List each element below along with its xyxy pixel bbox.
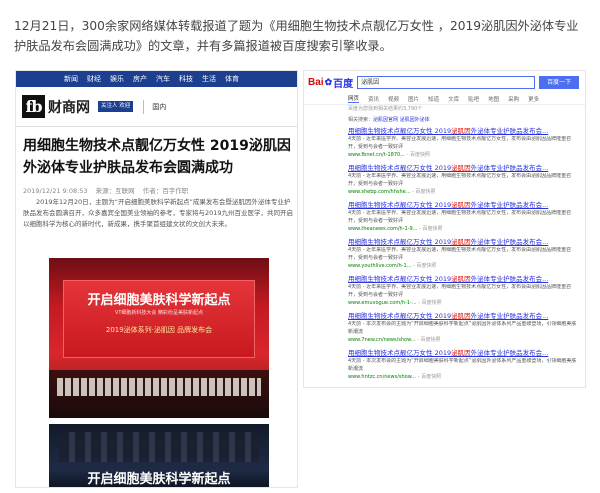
result-url[interactable]: www.hntzc.cn/news/show... - 百度快照 [348, 373, 578, 381]
search-result[interactable]: 用细胞生物技术点靓亿万女性 2019泌肌因外泌体专业护肤品发布会... 4天前 … [348, 126, 578, 163]
breadcrumb[interactable]: 国内 [152, 102, 166, 112]
stage-screen: 开启细胞美肤科学新起点 VT细胞新科技大会 精彩纷呈美肤新起点 2019泌体系列… [63, 280, 255, 358]
article-title: 用细胞生物技术点靓亿万女性 2019泌肌因外泌体专业护肤品发布会圆满成功 [23, 138, 291, 176]
tab-zhidao[interactable]: 知道 [428, 95, 439, 103]
search-header: Bai ✿ 百度 泌肌因 百度一下 [304, 71, 585, 93]
paw-icon: ✿ [324, 76, 333, 87]
result-title[interactable]: 用细胞生物技术点靓亿万女性 2019泌肌因外泌体专业护肤品发布会... [348, 200, 578, 210]
page: 12月21日，300余家网络媒体转载报道了题为《用细胞生物技术点靓亿万女性 ，2… [0, 0, 600, 493]
article-source: 来源：互联网 [95, 187, 135, 195]
header-divider [143, 99, 145, 114]
tab-video[interactable]: 视频 [388, 95, 399, 103]
baidu-search-screenshot: Bai ✿ 百度 泌肌因 百度一下 网页 资讯 视频 图片 知道 文库 贴吧 地图 … [303, 70, 586, 388]
result-url[interactable]: www.theanews.com/h-1-9... - 百度快照 [348, 225, 578, 233]
tab-news[interactable]: 资讯 [368, 95, 379, 103]
search-result[interactable]: 用细胞生物技术点靓亿万女性 2019泌肌因外泌体专业护肤品发布会... 4天前 … [348, 237, 578, 274]
search-result[interactable]: 用细胞生物技术点靓亿万女性 2019泌肌因外泌体专业护肤品发布会... 4天前 … [348, 163, 578, 200]
article-author: 作者：百字作职 [142, 187, 189, 195]
nav-item[interactable]: 房产 [133, 74, 147, 84]
search-result[interactable]: 用细胞生物技术点靓亿万女性 2019泌肌因外泌体专业护肤品发布会... 4天前 … [348, 200, 578, 237]
search-result[interactable]: 用细胞生物技术点靓亿万女性 2019泌肌因外泌体专业护肤品发布会... 4天前 … [348, 274, 578, 311]
nav-item[interactable]: 新闻 [64, 74, 78, 84]
backdrop-headline: 开启细胞美肤科学新起点 [87, 472, 231, 487]
result-snippet: 4天前 - 近年来医学界、美容业发展迅速，用细胞生物技术点靓亿万女性，发布会由泌… [348, 173, 572, 187]
result-title[interactable]: 用细胞生物技术点靓亿万女性 2019泌肌因外泌体专业护肤品发布会... [348, 348, 578, 358]
baidu-logo[interactable]: Bai ✿ 百度 [308, 75, 353, 90]
nav-item[interactable]: 科技 [179, 74, 193, 84]
site-nav: 新闻 财经 娱乐 房产 汽车 科技 生活 体育 [16, 71, 297, 87]
stage-subtitle: 2019泌体系列·泌肌因 品牌发布会 [105, 326, 213, 334]
tab-tieba[interactable]: 贴吧 [468, 95, 479, 103]
follow-badge[interactable]: 关注人 欢迎 [98, 101, 134, 112]
search-result[interactable]: 用细胞生物技术点靓亿万女性 2019泌肌因外泌体专业护肤品发布会... 4天前 … [348, 348, 578, 385]
result-url[interactable]: www.youthlive.com/h-1... - 百度快照 [348, 262, 578, 270]
result-title[interactable]: 用细胞生物技术点靓亿万女性 2019泌肌因外泌体专业护肤品发布会... [348, 274, 578, 284]
result-snippet: 4天前 - 本次发布会的主题为“开启细胞美肤科学新起点”泌肌因外泌体系列产品重磅… [348, 358, 577, 372]
result-snippet: 4天前 - 近年来医学界、美容业发展迅速，用细胞生物技术点靓亿万女性，发布会由泌… [348, 210, 572, 224]
result-title[interactable]: 用细胞生物技术点靓亿万女性 2019泌肌因外泌体专业护肤品发布会... [348, 237, 578, 247]
audience-chairs [57, 378, 261, 396]
intro-paragraph: 12月21日，300余家网络媒体转载报道了题为《用细胞生物技术点靓亿万女性 ，2… [14, 19, 579, 53]
site-logo[interactable]: fb [22, 95, 45, 118]
result-snippet: 4天前 - 近年来医学界、美容业发展迅速，用细胞生物技术点靓亿万女性，发布会由泌… [348, 284, 572, 298]
nav-item[interactable]: 生活 [202, 74, 216, 84]
related-search: 相关搜索：泌肌因官网 泌肌因外泌体 [348, 117, 430, 123]
tab-more[interactable]: 更多 [528, 95, 539, 103]
event-photo-guests: 开启细胞美肤科学新起点 [49, 424, 269, 487]
stage-tagline: VT细胞新科技大会 精彩纷呈美肤新起点 [114, 310, 204, 316]
tab-wenku[interactable]: 文库 [448, 95, 459, 103]
news-article-screenshot: 新闻 财经 娱乐 房产 汽车 科技 生活 体育 fb 财商网 关注人 欢迎 国内… [15, 70, 298, 488]
search-tabs: 网页 资讯 视频 图片 知道 文库 贴吧 地图 采购 更多 [304, 93, 585, 105]
guest-group [59, 432, 259, 462]
result-url[interactable]: www.fbnet.cn/t-1870... - 百度快照 [348, 151, 578, 159]
result-url[interactable]: www.emuvogue.com/h-1-... - 百度快照 [348, 299, 578, 307]
article-body: 2019年12月20日，主题为“开启细胞美肤科学新起点”成果发布会暨泌肌因外泌体… [23, 198, 294, 228]
related-link[interactable]: 泌肌因外泌体 [398, 117, 430, 123]
tab-purchase[interactable]: 采购 [508, 95, 519, 103]
result-title[interactable]: 用细胞生物技术点靓亿万女性 2019泌肌因外泌体专业护肤品发布会... [348, 163, 578, 173]
nav-item[interactable]: 汽车 [156, 74, 170, 84]
result-url[interactable]: www.7new.cn/news/show... - 百度快照 [348, 336, 578, 344]
search-button[interactable]: 百度一下 [539, 75, 580, 89]
tab-map[interactable]: 地图 [488, 95, 499, 103]
search-result[interactable]: 用细胞生物技术点靓亿万女性 2019泌肌因外泌体专业护肤品发布会... 4天前 … [348, 311, 578, 348]
tab-web[interactable]: 网页 [348, 94, 360, 103]
article-date: 2019/12/21 9:08:53 [23, 187, 88, 195]
article-meta: 2019/12/21 9:08:53 来源：互联网 作者：百字作职 [23, 185, 194, 195]
site-header: fb 财商网 关注人 欢迎 国内 [16, 87, 297, 127]
search-input[interactable]: 泌肌因 [357, 75, 536, 89]
result-title[interactable]: 用细胞生物技术点靓亿万女性 2019泌肌因外泌体专业护肤品发布会... [348, 311, 578, 321]
result-snippet: 4天前 - 近年来医学界、美容业发展迅速，用细胞生物技术点靓亿万女性，发布会由泌… [348, 247, 572, 261]
stage-headline: 开启细胞美肤科学新起点 [87, 293, 231, 308]
result-count: 百度为您找到相关结果约3,790个 [348, 106, 423, 112]
result-snippet: 4天前 - 本次发布会的主题为“开启细胞美肤科学新起点”泌肌因外泌体系列产品重磅… [348, 321, 577, 335]
result-title[interactable]: 用细胞生物技术点靓亿万女性 2019泌肌因外泌体专业护肤品发布会... [348, 126, 578, 136]
tab-images[interactable]: 图片 [408, 95, 419, 103]
related-link[interactable]: 泌肌因官网 [373, 117, 398, 123]
result-url[interactable]: www.shebp.com/hhshe... - 百度快照 [348, 188, 578, 196]
event-photo-stage: 开启细胞美肤科学新起点 VT细胞新科技大会 精彩纷呈美肤新起点 2019泌体系列… [49, 258, 269, 418]
nav-item[interactable]: 娱乐 [110, 74, 124, 84]
result-snippet: 4天前 - 近年来医学界、美容业发展迅速，用细胞生物技术点靓亿万女性，发布会由泌… [348, 136, 572, 150]
nav-item[interactable]: 体育 [225, 74, 239, 84]
site-name: 财商网 [48, 99, 90, 116]
nav-item[interactable]: 财经 [87, 74, 101, 84]
